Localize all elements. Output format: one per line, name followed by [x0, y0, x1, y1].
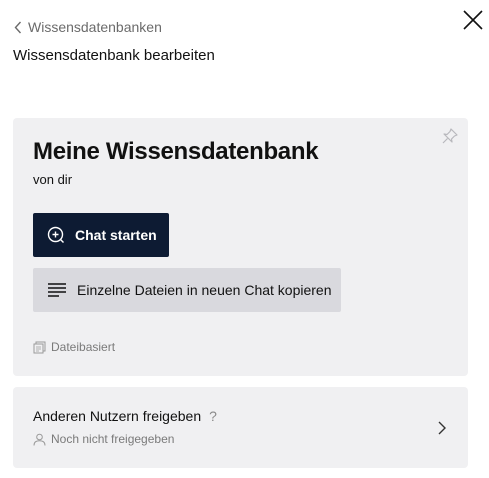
- knowledge-base-name: Meine Wissensdatenbank: [33, 138, 319, 165]
- knowledge-base-type: Dateibasiert: [33, 340, 115, 354]
- share-with-users-row[interactable]: Anderen Nutzern freigeben ? Noch nicht f…: [13, 387, 468, 468]
- share-title-label: Anderen Nutzern freigeben: [33, 408, 202, 424]
- chevron-left-icon: [14, 21, 22, 33]
- knowledge-base-card: Meine Wissensdatenbank von dir Chat star…: [13, 118, 468, 376]
- share-status-label: Noch nicht freigegeben: [51, 432, 175, 446]
- start-chat-label: Chat starten: [75, 227, 157, 243]
- knowledge-base-owner: von dir: [33, 172, 73, 187]
- pin-icon: [442, 128, 458, 144]
- user-icon: [33, 433, 46, 446]
- page-title: Wissensdatenbank bearbeiten: [13, 47, 215, 64]
- close-icon: [463, 10, 483, 30]
- lines-icon: [48, 283, 66, 297]
- chevron-right-icon: [438, 421, 446, 435]
- back-link-label: Wissensdatenbanken: [28, 19, 162, 35]
- back-link[interactable]: Wissensdatenbanken: [14, 19, 162, 35]
- start-chat-button[interactable]: Chat starten: [33, 213, 169, 257]
- files-icon: [33, 341, 46, 353]
- close-button[interactable]: [461, 8, 485, 32]
- copy-files-button[interactable]: Einzelne Dateien in neuen Chat kopieren: [33, 268, 341, 312]
- share-status: Noch nicht freigegeben: [33, 432, 174, 446]
- help-icon[interactable]: ?: [209, 408, 217, 424]
- pin-button[interactable]: [441, 127, 459, 145]
- share-title: Anderen Nutzern freigeben ?: [33, 408, 217, 424]
- copy-files-label: Einzelne Dateien in neuen Chat kopieren: [77, 282, 332, 298]
- chat-plus-icon: [47, 226, 64, 243]
- knowledge-base-type-label: Dateibasiert: [51, 340, 116, 354]
